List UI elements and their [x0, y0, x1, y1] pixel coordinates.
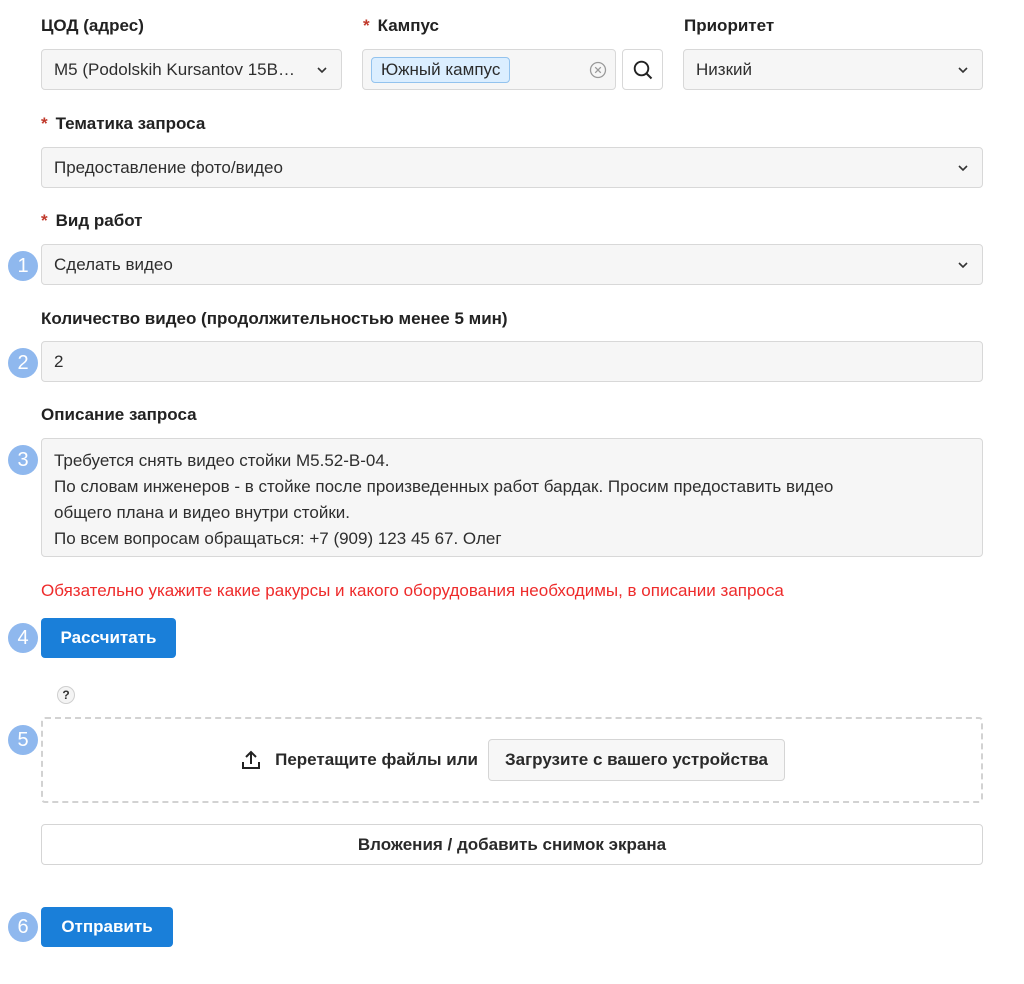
attachments-button[interactable]: Вложения / добавить снимок экрана: [41, 824, 983, 865]
drop-text: Перетащите файлы или: [275, 750, 478, 769]
desc-line: По всем вопросам обращаться: +7 (909) 12…: [54, 529, 502, 548]
chevron-down-icon: [956, 161, 970, 175]
clear-icon[interactable]: [589, 61, 607, 79]
required-mark: *: [41, 114, 48, 133]
qty-value: 2: [54, 351, 64, 371]
qty-input[interactable]: 2: [41, 341, 983, 382]
chevron-down-icon: [956, 258, 970, 272]
desc-textarea[interactable]: Требуется снять видео стойки M5.52-B-04.…: [41, 438, 983, 557]
file-dropzone[interactable]: Перетащите файлы или Загрузите с вашего …: [41, 717, 983, 803]
step-badge-6: 6: [8, 912, 38, 942]
campus-select[interactable]: Южный кампус: [362, 49, 616, 90]
step-badge-2: 2: [8, 348, 38, 378]
topic-select[interactable]: Предоставление фото/видео: [41, 147, 983, 188]
priority-value: Низкий: [696, 59, 752, 79]
step-badge-3: 3: [8, 445, 38, 475]
work-value: Сделать видео: [54, 254, 173, 274]
dc-label: ЦОД (адрес): [41, 16, 144, 35]
priority-label: Приоритет: [684, 16, 775, 35]
work-label: * Вид работ: [41, 211, 143, 230]
desc-line: По словам инженеров - в стойке после про…: [54, 477, 834, 496]
required-mark: *: [41, 211, 48, 230]
work-select[interactable]: Сделать видео: [41, 244, 983, 285]
topic-value: Предоставление фото/видео: [54, 157, 283, 177]
topic-label: * Тематика запроса: [41, 114, 206, 133]
help-icon[interactable]: ?: [57, 686, 75, 704]
search-icon: [632, 59, 654, 81]
dc-select[interactable]: M5 (Podolskih Kursantov 15B…: [41, 49, 342, 90]
dc-value: M5 (Podolskih Kursantov 15B…: [54, 59, 295, 79]
step-badge-4: 4: [8, 623, 38, 653]
campus-search-button[interactable]: [622, 49, 663, 90]
campus-tag: Южный кампус: [371, 56, 511, 83]
submit-button[interactable]: Отправить: [41, 907, 173, 947]
warning-text: Обязательно укажите какие ракурсы и како…: [41, 581, 784, 600]
upload-button[interactable]: Загрузите с вашего устройства: [487, 739, 785, 781]
desc-line: Требуется снять видео стойки M5.52-B-04.: [54, 451, 390, 470]
upload-icon: [239, 748, 263, 772]
chevron-down-icon: [956, 63, 970, 77]
desc-label: Описание запроса: [41, 405, 197, 424]
chevron-down-icon: [315, 63, 329, 77]
required-mark: *: [363, 16, 370, 35]
campus-label: * Кампус: [363, 16, 439, 35]
calculate-button[interactable]: Рассчитать: [41, 618, 176, 658]
qty-label: Количество видео (продолжительностью мен…: [41, 309, 508, 328]
priority-select[interactable]: Низкий: [683, 49, 983, 90]
desc-line: общего плана и видео внутри стойки.: [54, 503, 350, 522]
step-badge-5: 5: [8, 725, 38, 755]
step-badge-1: 1: [8, 251, 38, 281]
